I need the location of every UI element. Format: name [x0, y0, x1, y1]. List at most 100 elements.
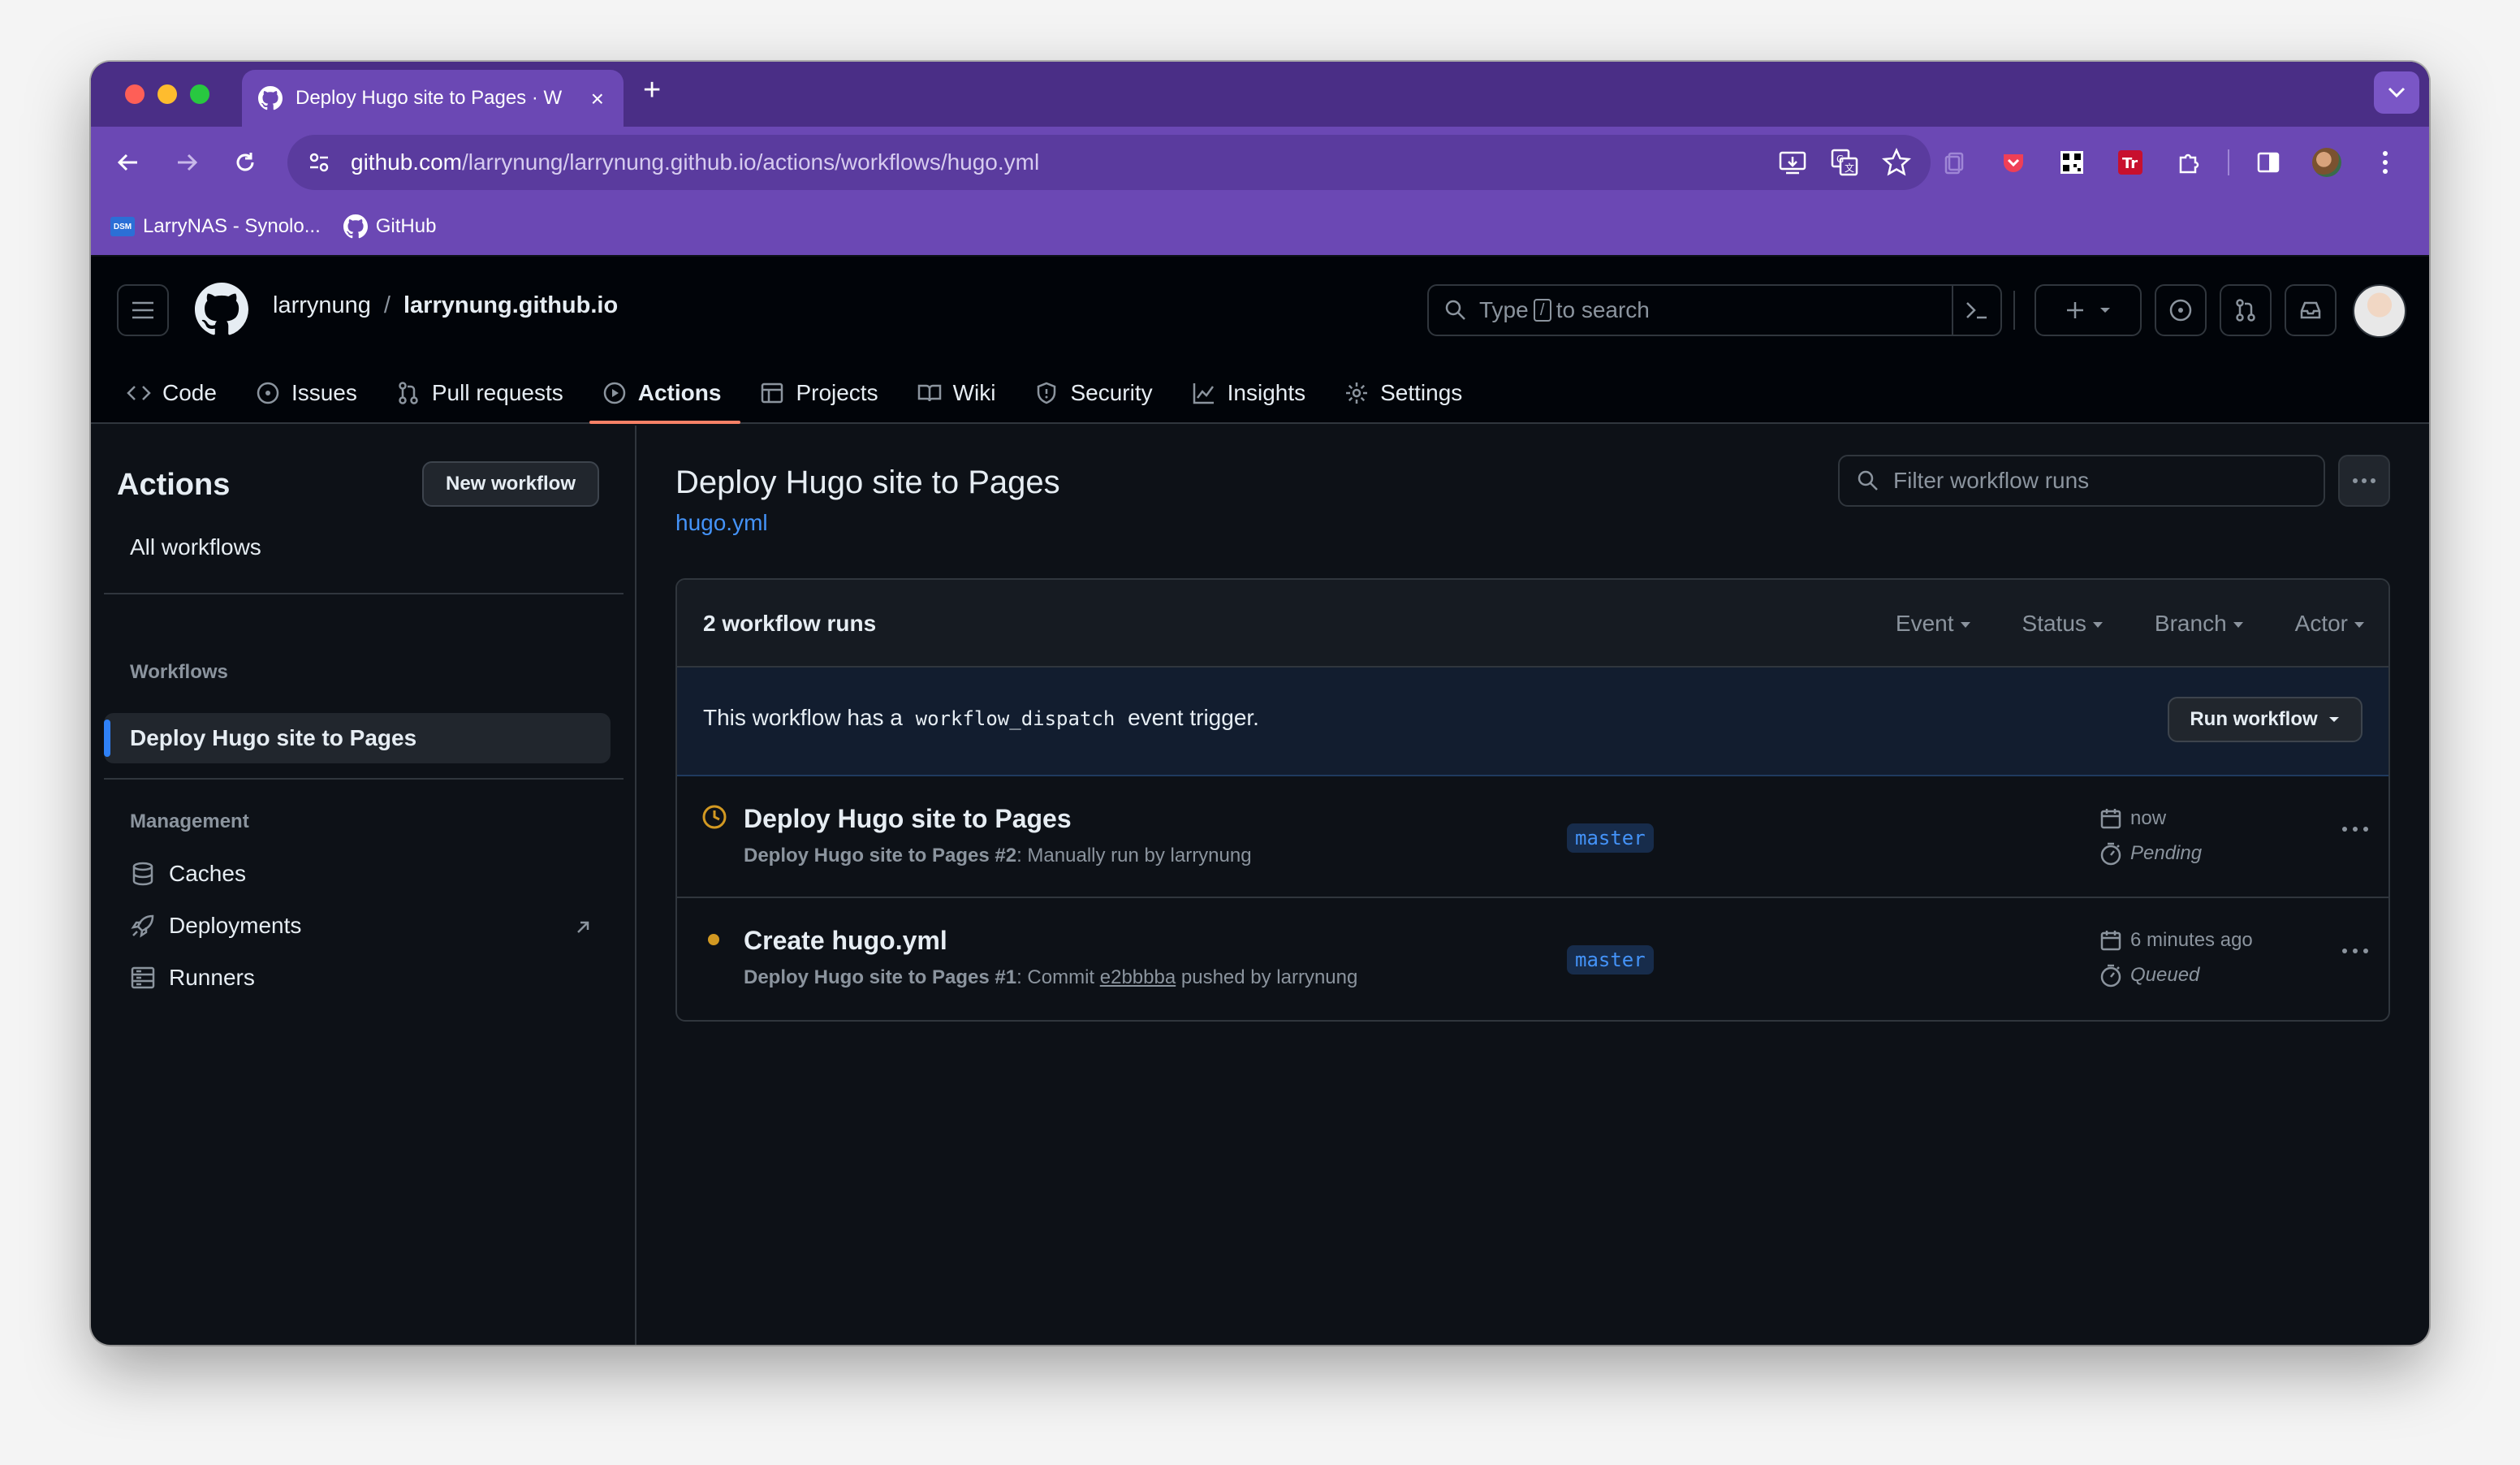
pocket-extension-icon[interactable] [1994, 143, 2033, 182]
run-workflow-button[interactable]: Run workflow [2168, 697, 2362, 742]
maximize-window-button[interactable] [190, 84, 209, 104]
sidebar-item-caches[interactable]: Caches [130, 861, 246, 887]
breadcrumb-repo[interactable]: larrynung.github.io [403, 292, 618, 319]
tab-settings[interactable]: Settings [1344, 362, 1482, 424]
tab-wiki[interactable]: Wiki [917, 362, 1016, 424]
sidebar-item-runners[interactable]: Runners [130, 965, 255, 991]
profile-avatar-icon[interactable] [2307, 143, 2346, 182]
address-bar[interactable]: github.com/larrynung/larrynung.github.io… [287, 135, 1931, 190]
tab-issues[interactable]: Issues [256, 362, 377, 424]
table-row[interactable]: Deploy Hugo site to Pages Deploy Hugo si… [677, 776, 2388, 897]
github-logo[interactable] [195, 283, 248, 340]
run-options-button[interactable] [2341, 944, 2369, 958]
reload-icon [236, 153, 254, 171]
toolbar-divider [2228, 149, 2229, 175]
branch-badge[interactable]: master [1567, 945, 1654, 975]
pull-requests-button[interactable] [2220, 284, 2272, 336]
close-window-button[interactable] [125, 84, 145, 104]
run-title[interactable]: Create hugo.yml [744, 926, 947, 956]
tab-label: Projects [796, 380, 878, 405]
bookmark-github[interactable]: GitHub [343, 214, 436, 239]
run-title[interactable]: Deploy Hugo site to Pages [744, 804, 1072, 834]
sidebar-title: Actions [117, 468, 231, 502]
filter-event-dropdown[interactable]: Event [1896, 611, 1970, 637]
caret-down-icon [2328, 717, 2339, 722]
filter-branch-dropdown[interactable]: Branch [2155, 611, 2243, 637]
search-input[interactable]: Type / to search [1427, 284, 2002, 336]
plus-icon [2067, 302, 2083, 318]
install-app-icon[interactable] [1778, 148, 1807, 177]
sidebar-item-deploy-hugo[interactable]: Deploy Hugo site to Pages [104, 713, 611, 763]
translate-icon[interactable]: G文 [1830, 148, 1859, 177]
tab-code[interactable]: Code [127, 362, 236, 424]
filter-runs-input[interactable]: Filter workflow runs [1838, 455, 2325, 507]
dsm-icon: DSM [110, 217, 135, 236]
tab-label: Code [162, 380, 217, 405]
shield-icon [1038, 382, 1056, 404]
dot-icon [706, 932, 721, 951]
run-state-text: Queued [2130, 964, 2200, 986]
run-workflow-name: Deploy Hugo site to Pages [744, 845, 990, 866]
minimize-window-button[interactable] [158, 84, 177, 104]
sidebar-divider [104, 593, 624, 594]
bookmarks-bar: DSM LarryNAS - Synolo... GitHub [91, 198, 2429, 255]
back-button[interactable] [112, 146, 145, 179]
run-detail: : Manually run by larrynung [1016, 845, 1252, 866]
inbox-button[interactable] [2285, 284, 2337, 336]
command-palette-button[interactable] [1952, 286, 2000, 335]
tab-search-button[interactable] [2374, 71, 2419, 114]
hamburger-icon [132, 301, 153, 319]
commit-link[interactable]: e2bbbba [1100, 966, 1176, 988]
user-avatar[interactable] [2353, 284, 2406, 338]
sidebar-item-label: Deployments [169, 913, 302, 938]
tab-title: Deploy Hugo site to Pages · W [296, 87, 563, 109]
breadcrumb-owner[interactable]: larrynung [273, 292, 371, 319]
search-icon [1858, 470, 1878, 490]
tab-actions[interactable]: Actions [589, 362, 741, 424]
browser-tab-active[interactable]: Deploy Hugo site to Pages · W × [242, 70, 624, 127]
create-new-button[interactable] [2035, 284, 2142, 336]
code-icon [127, 386, 151, 400]
tab-projects[interactable]: Projects [760, 362, 897, 424]
tab-security[interactable]: Security [1034, 362, 1172, 424]
bookmark-star-icon[interactable] [1882, 148, 1911, 177]
table-row[interactable]: Create hugo.yml Deploy Hugo site to Page… [677, 898, 2388, 1018]
reload-button[interactable] [229, 146, 261, 179]
tab-insights[interactable]: Insights [1192, 362, 1326, 424]
chevron-down-icon [2388, 87, 2406, 98]
tab-close-icon[interactable]: × [591, 86, 604, 112]
sidebar-item-deployments[interactable]: Deployments [130, 913, 301, 939]
issues-button[interactable] [2155, 284, 2207, 336]
tab-label: Actions [637, 380, 722, 405]
filter-status-dropdown[interactable]: Status [2022, 611, 2103, 637]
tampermonkey-extension-icon[interactable]: Tr [2111, 143, 2150, 182]
repo-nav: Code Issues Pull requests Actions Projec… [127, 362, 1501, 424]
runs-header: 2 workflow runs Event Status Branch Acto… [677, 580, 2388, 668]
menu-button[interactable] [117, 284, 169, 336]
svg-text:G: G [1836, 153, 1844, 165]
extension-copy-icon[interactable] [1935, 143, 1974, 182]
search-icon [1445, 300, 1465, 320]
new-tab-button[interactable]: + [643, 73, 661, 108]
forward-button[interactable] [170, 146, 203, 179]
run-subtitle: Deploy Hugo site to Pages #1: Commit e2b… [744, 966, 1357, 989]
actions-sidebar: Actions New workflow All workflows Workf… [91, 426, 636, 1345]
workflow-file-link[interactable]: hugo.yml [675, 510, 768, 536]
qr-code-extension-icon[interactable] [2052, 143, 2091, 182]
arrow-right-icon [178, 153, 198, 171]
filter-actor-dropdown[interactable]: Actor [2295, 611, 2364, 637]
tab-label: Settings [1380, 380, 1463, 405]
tab-pull-requests[interactable]: Pull requests [396, 362, 583, 424]
new-workflow-button[interactable]: New workflow [422, 461, 599, 507]
workflow-options-button[interactable] [2338, 455, 2390, 507]
dispatch-suffix: event trigger. [1128, 705, 1259, 730]
caret-down-icon [2100, 308, 2110, 313]
bookmark-larrynas[interactable]: DSM LarryNAS - Synolo... [110, 215, 321, 238]
branch-badge[interactable]: master [1567, 823, 1654, 853]
browser-menu-icon[interactable] [2366, 143, 2405, 182]
run-options-button[interactable] [2341, 822, 2369, 836]
side-panel-icon[interactable] [2249, 143, 2288, 182]
run-subtitle: Deploy Hugo site to Pages #2: Manually r… [744, 845, 1252, 867]
extensions-puzzle-icon[interactable] [2169, 143, 2208, 182]
sidebar-item-all-workflows[interactable]: All workflows [130, 534, 261, 560]
